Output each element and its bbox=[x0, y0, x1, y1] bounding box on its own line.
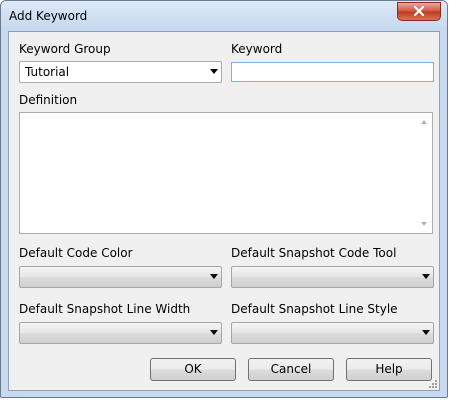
close-button[interactable] bbox=[397, 2, 441, 21]
keyword-label: Keyword bbox=[231, 42, 283, 56]
window-title: Add Keyword bbox=[9, 9, 88, 23]
keyword-group-value: Tutorial bbox=[25, 65, 70, 79]
help-button[interactable]: Help bbox=[346, 358, 432, 381]
keyword-group-label: Keyword Group bbox=[19, 42, 111, 56]
scroll-up-icon[interactable] bbox=[421, 120, 427, 124]
chevron-down-icon bbox=[422, 330, 430, 335]
default-snapshot-code-tool-dropdown[interactable] bbox=[231, 266, 434, 288]
definition-textarea[interactable] bbox=[19, 112, 433, 234]
scroll-down-icon[interactable] bbox=[421, 222, 427, 226]
chevron-down-icon bbox=[422, 274, 430, 279]
chevron-down-icon bbox=[210, 274, 218, 279]
chevron-down-icon bbox=[210, 330, 218, 335]
default-snapshot-code-tool-label: Default Snapshot Code Tool bbox=[231, 246, 397, 260]
resize-grip-icon[interactable] bbox=[427, 378, 437, 388]
default-snapshot-line-style-dropdown[interactable] bbox=[231, 322, 434, 344]
keyword-group-dropdown[interactable]: Tutorial bbox=[19, 61, 222, 83]
default-snapshot-line-width-label: Default Snapshot Line Width bbox=[19, 302, 191, 316]
keyword-input[interactable] bbox=[231, 62, 434, 82]
ok-button[interactable]: OK bbox=[150, 358, 236, 381]
default-snapshot-line-style-label: Default Snapshot Line Style bbox=[231, 302, 398, 316]
add-keyword-dialog: Add Keyword Keyword Group Tutorial Keywo… bbox=[0, 0, 448, 398]
close-icon bbox=[413, 6, 425, 17]
default-snapshot-line-width-dropdown[interactable] bbox=[19, 322, 222, 344]
chevron-down-icon bbox=[210, 69, 218, 74]
default-code-color-label: Default Code Color bbox=[19, 246, 133, 260]
default-code-color-dropdown[interactable] bbox=[19, 266, 222, 288]
definition-scrollbar[interactable] bbox=[417, 113, 432, 233]
title-bar[interactable]: Add Keyword bbox=[1, 1, 447, 31]
dialog-content: Keyword Group Tutorial Keyword Definitio… bbox=[8, 31, 440, 391]
definition-label: Definition bbox=[19, 93, 78, 107]
cancel-button[interactable]: Cancel bbox=[248, 358, 334, 381]
